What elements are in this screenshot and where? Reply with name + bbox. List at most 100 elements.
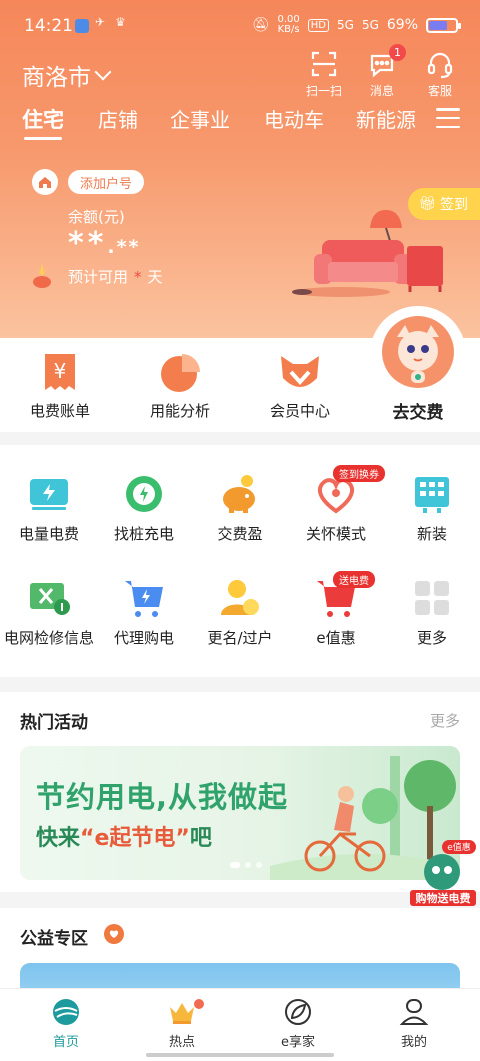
add-account-button[interactable]: 添加户号 xyxy=(68,170,145,194)
e-value-tag: 送电费 xyxy=(333,571,375,588)
service-label: 电量电费 xyxy=(18,525,79,543)
member-center-button[interactable]: 会员中心 xyxy=(250,350,350,421)
menu-icon[interactable] xyxy=(436,108,460,128)
nav-e-home[interactable]: e享家 xyxy=(258,997,338,1050)
net-speed: 0.00 KB/s xyxy=(277,14,300,35)
service-more[interactable]: 更多 xyxy=(377,575,480,648)
living-room-illustration xyxy=(282,200,452,304)
banner-subline: 快来“e起节电”吧 xyxy=(36,826,212,851)
category-tabs: 住宅 店铺 企事业 电动车 新能源 xyxy=(0,104,480,144)
hd-badge: HD xyxy=(307,18,329,32)
mascot-icon[interactable] xyxy=(381,315,455,393)
banner-pagination xyxy=(230,862,262,868)
home-indicator xyxy=(146,1053,334,1057)
top-actions: 扫一扫 1 消息 客服 xyxy=(304,44,460,99)
user-icon xyxy=(399,999,429,1025)
shopping-cart-icon xyxy=(121,575,167,621)
pie-icon xyxy=(161,354,200,392)
estimated-days: 预计可用 * 天 xyxy=(68,268,163,286)
tab-shop[interactable]: 店铺 xyxy=(98,104,138,133)
bill-label: 电费账单 xyxy=(29,402,90,420)
promo-bottom-label: 购物送电费 xyxy=(416,891,471,905)
service-label: 交费盈 xyxy=(217,525,263,543)
nav-label: 热点 xyxy=(168,1035,195,1050)
service-label: 更多 xyxy=(416,629,447,647)
customer-service-button[interactable]: 客服 xyxy=(420,48,460,99)
charging-pile-icon xyxy=(121,471,167,517)
scan-label: 扫一扫 xyxy=(305,84,342,98)
messages-button[interactable]: 1 消息 xyxy=(362,44,406,99)
hot-activities: 热门活动 更多 节约用电,从我做起 快来“e起节电”吧 xyxy=(0,692,480,892)
tab-residential[interactable]: 住宅 xyxy=(22,104,64,140)
mute-icon: 🔕︎ xyxy=(251,17,270,33)
heart-icon xyxy=(104,924,124,944)
status-right: 🔕︎ 0.00 KB/s HD 5G 5G 69% xyxy=(251,14,461,35)
status-time: 14:21 xyxy=(24,16,73,36)
service-new-install[interactable]: 新装 xyxy=(377,471,480,544)
bill-button[interactable]: ¥ 电费账单 xyxy=(10,350,110,421)
fox-icon xyxy=(281,356,319,387)
customer-service-label: 客服 xyxy=(427,84,452,98)
scan-icon xyxy=(311,51,337,77)
user-transfer-icon xyxy=(217,575,263,621)
activity-banner[interactable]: 节约用电,从我做起 快来“e起节电”吧 xyxy=(20,746,460,880)
service-care-mode[interactable]: 签到换券 关怀模式 xyxy=(281,465,391,544)
piggy-bank-icon xyxy=(217,471,263,517)
service-rename-transfer[interactable]: 更名/过户 xyxy=(185,575,295,648)
service-label: 电网检修信息 xyxy=(3,629,94,647)
service-agent-purchase[interactable]: 代理购电 xyxy=(89,575,199,648)
member-center-label: 会员中心 xyxy=(269,402,330,420)
service-label: 代理购电 xyxy=(113,629,174,647)
services-grid: 电量电费 找桩充电 交费盈 签到换券 关怀模式 新装 电网检修信息 代理购电 更… xyxy=(0,445,480,677)
hot-more-link[interactable]: 更多 xyxy=(430,710,460,731)
nav-hot[interactable]: 热点 xyxy=(142,997,222,1050)
balance-value: **.** xyxy=(68,226,141,261)
signal-5g-2: 5G xyxy=(361,18,379,32)
charity-title: 公益专区 xyxy=(20,929,88,949)
messages-label: 消息 xyxy=(369,84,394,98)
leaf-icon xyxy=(285,999,311,1025)
bird-icon: ✈ xyxy=(95,15,106,29)
battery-icon xyxy=(426,17,461,33)
city-name: 商洛市 xyxy=(22,65,91,91)
nav-label: 我的 xyxy=(400,1035,427,1050)
service-e-value[interactable]: 送电费 e值惠 xyxy=(281,571,391,648)
headset-icon xyxy=(427,52,453,79)
bill-icon: ¥ xyxy=(45,354,75,390)
promo-float[interactable]: e值惠 购物送电费 xyxy=(410,838,476,912)
city-selector[interactable]: 商洛市 xyxy=(22,58,112,92)
service-label: 更名/过户 xyxy=(207,629,273,647)
pay-button[interactable]: 去交费 xyxy=(370,398,466,423)
promo-top-label: e值惠 xyxy=(447,841,471,853)
service-label: 关怀模式 xyxy=(305,525,366,543)
app-notification-icon xyxy=(75,19,89,33)
nav-label: e享家 xyxy=(281,1035,315,1050)
service-label: e值惠 xyxy=(316,629,356,647)
message-badge: 1 xyxy=(389,44,406,61)
energy-analysis-label: 用能分析 xyxy=(149,402,210,420)
status-bar: 14:21 ✈ ♛ 🔕︎ 0.00 KB/s HD 5G 5G 69% xyxy=(0,0,480,52)
hot-notification-dot xyxy=(194,999,204,1009)
home-icon xyxy=(32,169,58,195)
energy-analysis-button[interactable]: 用能分析 xyxy=(130,350,230,421)
service-payment-earn[interactable]: 交费盈 xyxy=(185,471,295,544)
nav-home[interactable]: 首页 xyxy=(26,997,106,1050)
header: 14:21 ✈ ♛ 🔕︎ 0.00 KB/s HD 5G 5G 69% 商洛市 扫… xyxy=(0,0,480,338)
battery-bolt-icon xyxy=(26,471,72,517)
scan-button[interactable]: 扫一扫 xyxy=(304,48,344,99)
tab-enterprise[interactable]: 企事业 xyxy=(170,104,230,133)
crown-nav-icon xyxy=(170,1003,194,1024)
service-charging[interactable]: 找桩充电 xyxy=(89,471,199,544)
hot-title: 热门活动 xyxy=(20,713,88,733)
bottom-nav: 首页 热点 e享家 我的 xyxy=(0,988,480,1061)
nav-label: 首页 xyxy=(52,1035,79,1050)
service-label: 找桩充电 xyxy=(113,525,174,543)
tab-ev[interactable]: 电动车 xyxy=(264,104,324,133)
tab-new-energy[interactable]: 新能源 xyxy=(356,104,416,133)
plant-icon xyxy=(27,262,57,294)
banner-headline: 节约用电,从我做起 xyxy=(36,780,289,814)
nav-mine[interactable]: 我的 xyxy=(374,997,454,1050)
battery-percent: 69% xyxy=(386,17,418,33)
chevron-down-icon xyxy=(94,63,112,81)
install-icon xyxy=(409,471,455,517)
